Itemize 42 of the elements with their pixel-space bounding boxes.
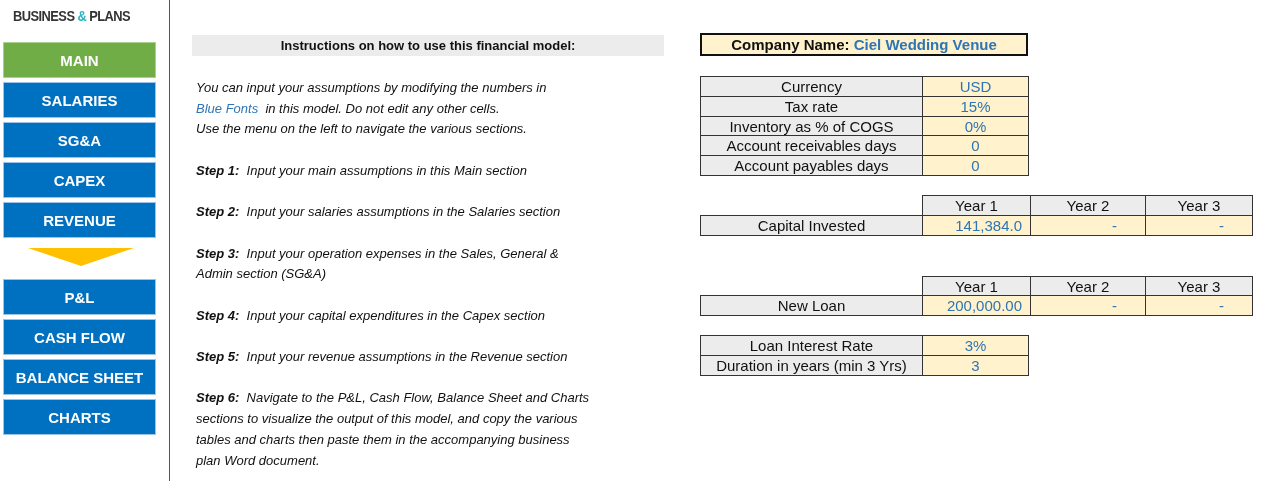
column-header: Year 2: [1030, 195, 1146, 216]
value-cell[interactable]: 0: [922, 135, 1029, 157]
value-cell[interactable]: 200,000.00: [922, 295, 1031, 317]
column-header: Year 2: [1030, 275, 1146, 297]
intro-paragraph: You can input your assumptions by modifying the numbers in Blue Fonts in this model. Do not edit any other cells.: [195, 79, 547, 118]
nav-button[interactable]: CASH FLOW: [3, 319, 156, 355]
instructions-title: Instructions on how to use this financial model:: [192, 35, 664, 56]
label-cell: Account payables days: [700, 155, 923, 176]
nav-button[interactable]: CAPEX: [3, 162, 156, 198]
step-text: Step 4: Input your capital expenditures in the Capex section: [195, 306, 546, 325]
nav-button[interactable]: BALANCE SHEET: [3, 359, 156, 395]
value-cell[interactable]: -: [1030, 214, 1146, 236]
step-text: Step 2: Input your salaries assumptions in the Salaries section: [195, 203, 561, 222]
step-text: Step 1: Input your main assumptions in this Main section: [195, 161, 527, 180]
label-cell: New Loan: [700, 295, 923, 317]
value-cell[interactable]: USD: [922, 76, 1029, 97]
nav-button[interactable]: P&L: [3, 279, 156, 315]
value-cell[interactable]: -: [1145, 214, 1253, 236]
nav-button[interactable]: SG&A: [3, 122, 156, 158]
nav-button[interactable]: REVENUE: [3, 202, 156, 238]
value-cell[interactable]: -: [1030, 295, 1146, 317]
label-cell: Capital Invested: [700, 214, 923, 236]
nav-button[interactable]: CHARTS: [3, 399, 156, 435]
column-header: Year 3: [1145, 195, 1253, 216]
value-cell[interactable]: 0: [922, 155, 1029, 176]
value-cell[interactable]: 3%: [922, 335, 1029, 356]
step-text: Step 3: Input your operation expenses in the Sales, General & Admin section (SG&A): [194, 244, 559, 284]
value-cell[interactable]: 3: [922, 354, 1029, 376]
column-header: Year 1: [922, 195, 1031, 216]
step-text: Step 5: Input your revenue assumptions in the Revenue section: [195, 348, 568, 367]
company-name-field[interactable]: Company Name: Ciel Wedding Venue: [700, 33, 1028, 56]
value-cell[interactable]: -: [1145, 295, 1253, 317]
column-header: Year 3: [1145, 275, 1253, 297]
note-text: Use the menu on the left to navigate the various sections.: [195, 120, 527, 139]
down-arrow-icon: [28, 248, 134, 266]
label-cell: Loan Interest Rate: [700, 335, 923, 356]
nav-button[interactable]: MAIN: [3, 42, 156, 78]
label-cell: Currency: [700, 76, 923, 97]
nav-button[interactable]: SALARIES: [3, 82, 156, 118]
logo: BUSINESS & PLANS: [13, 8, 131, 24]
step-text: Step 6: Navigate to the P&L, Cash Flow, Balance Sheet and Charts sections to visualize the output of this model, and copy the various tables and charts then paste them in the accompanying business plan Word document.: [194, 389, 590, 470]
value-cell[interactable]: 15%: [922, 95, 1029, 117]
